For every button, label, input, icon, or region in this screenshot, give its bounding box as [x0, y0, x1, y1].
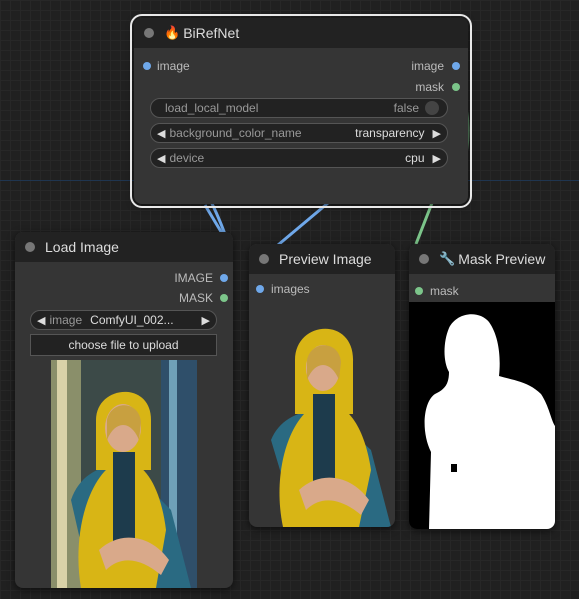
input-slot-image[interactable]: image	[143, 58, 190, 74]
arrow-left-icon[interactable]: ◀	[157, 152, 165, 165]
load-image-node[interactable]: Load Image IMAGE MASK ◀ image ComfyUI_00…	[15, 232, 233, 588]
preview-image-node[interactable]: Preview Image images	[249, 244, 395, 527]
birefnet-node[interactable]: 🔥 BiRefNet image image mask load_local_m…	[130, 14, 472, 208]
preview-image-node-header[interactable]: Preview Image	[249, 244, 395, 274]
preview-output-image	[261, 310, 395, 527]
device-combo[interactable]: ◀ device cpu ▶	[150, 148, 448, 168]
toggle-knob[interactable]	[425, 101, 439, 115]
choose-file-upload-button[interactable]: choose file to upload	[30, 334, 217, 356]
link-mask-birefnet-to-maskpreview	[414, 202, 434, 245]
fire-icon: 🔥	[164, 25, 181, 40]
output-slot-MASK[interactable]: MASK	[179, 290, 228, 306]
output-slot-IMAGE[interactable]: IMAGE	[174, 270, 228, 286]
loaded-image-thumbnail	[51, 360, 197, 588]
slot-label: mask	[430, 284, 459, 298]
widget-label: background_color_name	[169, 126, 302, 140]
arrow-left-icon[interactable]: ◀	[37, 314, 45, 327]
load-image-node-header[interactable]: Load Image	[15, 232, 233, 262]
background-color-name-combo[interactable]: ◀ background_color_name transparency ▶	[150, 123, 448, 143]
load-local-model-toggle[interactable]: load_local_model false	[150, 98, 448, 118]
slot-label: images	[271, 282, 310, 296]
widget-value: ComfyUI_002...	[90, 313, 174, 327]
input-slot-dot[interactable]	[256, 285, 264, 293]
birefnet-node-header[interactable]: 🔥 BiRefNet	[134, 18, 468, 48]
output-slot-dot[interactable]	[220, 274, 228, 282]
input-slot-mask[interactable]: mask	[415, 283, 459, 299]
arrow-right-icon[interactable]: ▶	[202, 314, 210, 327]
slot-label: IMAGE	[174, 271, 213, 285]
mask-preview-node[interactable]: 🔧 Mask Preview mask	[409, 244, 555, 529]
slot-label: MASK	[178, 291, 213, 305]
collapse-dot[interactable]	[259, 254, 269, 264]
widget-label: device	[169, 151, 205, 165]
widget-label: load_local_model	[165, 101, 259, 115]
output-slot-dot[interactable]	[452, 62, 460, 70]
output-slot-dot[interactable]	[220, 294, 228, 302]
output-slot-dot[interactable]	[452, 83, 460, 91]
node-title: Preview Image	[279, 251, 372, 267]
output-slot-mask[interactable]: mask	[415, 79, 460, 95]
arrow-right-icon[interactable]: ▶	[433, 127, 441, 140]
slot-label: image	[411, 59, 444, 73]
mask-output-image	[409, 302, 555, 529]
widget-value: transparency	[355, 126, 425, 140]
collapse-dot[interactable]	[419, 254, 429, 264]
widget-label: image	[49, 313, 83, 327]
input-slot-dot[interactable]	[415, 287, 423, 295]
node-title: BiRefNet	[183, 25, 240, 41]
node-title: Mask Preview	[458, 251, 546, 267]
collapse-dot[interactable]	[144, 28, 154, 38]
wrench-icon: 🔧	[439, 251, 456, 266]
image-file-combo[interactable]: ◀ image ComfyUI_002... ▶	[30, 310, 217, 330]
input-slot-images[interactable]: images	[256, 281, 310, 297]
widget-value: false	[393, 101, 419, 115]
output-slot-image[interactable]: image	[411, 58, 460, 74]
slot-label: image	[157, 59, 190, 73]
collapse-dot[interactable]	[25, 242, 35, 252]
widget-value: cpu	[405, 151, 425, 165]
arrow-left-icon[interactable]: ◀	[157, 127, 165, 140]
mask-preview-node-header[interactable]: 🔧 Mask Preview	[409, 244, 555, 274]
arrow-right-icon[interactable]: ▶	[433, 152, 441, 165]
slot-label: mask	[415, 80, 444, 94]
link-image-birefnet-to-preview	[277, 201, 329, 247]
node-title: Load Image	[45, 239, 119, 255]
input-slot-dot[interactable]	[143, 62, 151, 70]
